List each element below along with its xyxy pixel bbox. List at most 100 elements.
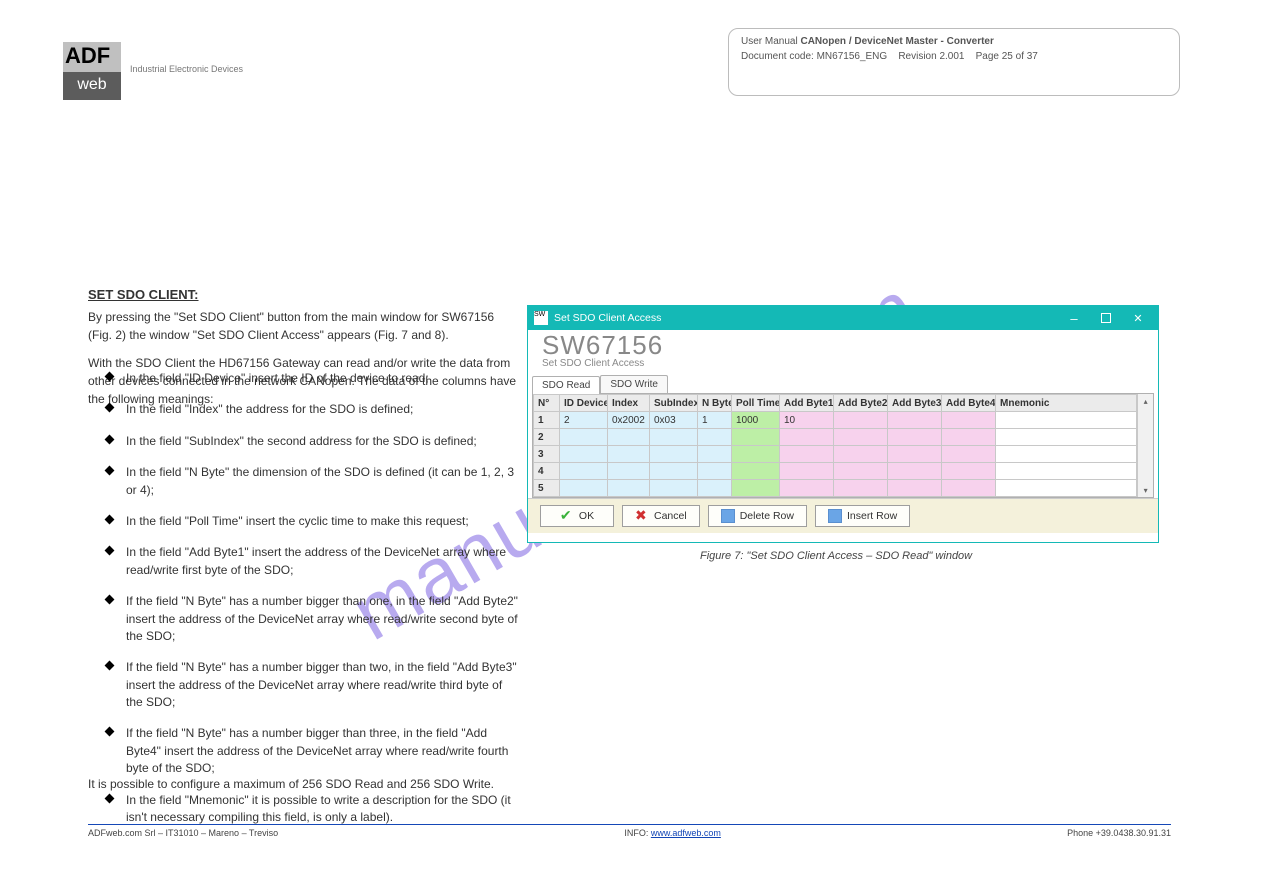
- table-cell[interactable]: [780, 446, 834, 463]
- table-cell[interactable]: [888, 463, 942, 480]
- table-cell[interactable]: [996, 429, 1137, 446]
- footer-link[interactable]: www.adfweb.com: [651, 828, 721, 838]
- footer-right: Phone +39.0438.30.91.31: [1067, 828, 1171, 838]
- table-cell[interactable]: [888, 446, 942, 463]
- tab-strip: SDO Read SDO Write: [528, 375, 1158, 393]
- bullet-list: In the field "ID Device" insert the ID o…: [88, 370, 518, 840]
- table-cell[interactable]: [732, 446, 780, 463]
- table-cell[interactable]: [888, 412, 942, 429]
- table-cell[interactable]: 2: [534, 429, 560, 446]
- table-cell[interactable]: [698, 446, 732, 463]
- table-cell[interactable]: [780, 429, 834, 446]
- table-cell[interactable]: [650, 446, 698, 463]
- scroll-down-icon[interactable]: ▾: [1138, 483, 1153, 497]
- table-cell[interactable]: 1: [698, 412, 732, 429]
- minimize-button[interactable]: [1058, 307, 1090, 329]
- scrollbar[interactable]: ▴ ▾: [1137, 394, 1153, 497]
- table-cell[interactable]: [560, 446, 608, 463]
- bullet-item: In the field "Add Byte1" insert the addr…: [88, 544, 518, 579]
- table-cell[interactable]: 2: [560, 412, 608, 429]
- table-cell[interactable]: 1: [534, 412, 560, 429]
- table-cell[interactable]: [650, 429, 698, 446]
- col-add-byte2: Add Byte2: [834, 395, 888, 412]
- table-cell[interactable]: [942, 463, 996, 480]
- table-cell[interactable]: [560, 480, 608, 497]
- table-cell[interactable]: [698, 463, 732, 480]
- footer-rule: [88, 824, 1171, 825]
- docinfo-rev: Revision 2.001: [898, 51, 964, 62]
- table-cell[interactable]: [608, 429, 650, 446]
- close-button[interactable]: [1122, 307, 1154, 329]
- table-row[interactable]: 3: [534, 446, 1137, 463]
- footer-left: ADFweb.com Srl – IT31010 – Mareno – Trev…: [88, 828, 278, 838]
- insert-row-button[interactable]: Insert Row: [815, 505, 910, 527]
- col-poll-time: Poll Time: [732, 395, 780, 412]
- table-cell[interactable]: [996, 412, 1137, 429]
- table-cell[interactable]: [942, 429, 996, 446]
- bullet-item: If the field "N Byte" has a number bigge…: [88, 725, 518, 777]
- table-cell[interactable]: [560, 429, 608, 446]
- scroll-up-icon[interactable]: ▴: [1138, 394, 1153, 408]
- dialog-titlebar[interactable]: SW Set SDO Client Access: [528, 306, 1158, 330]
- table-cell[interactable]: [650, 480, 698, 497]
- cancel-button[interactable]: ✖ Cancel: [622, 505, 700, 527]
- table-cell[interactable]: [732, 463, 780, 480]
- table-cell[interactable]: [560, 463, 608, 480]
- table-cell[interactable]: 0x03: [650, 412, 698, 429]
- table-cell[interactable]: 10: [780, 412, 834, 429]
- ok-button[interactable]: ✔ OK: [540, 505, 614, 527]
- table-cell[interactable]: [942, 412, 996, 429]
- col-n: N°: [534, 395, 560, 412]
- sdo-table[interactable]: N° ID Device Index SubIndex N Byte Poll …: [533, 394, 1137, 497]
- tab-sdo-write[interactable]: SDO Write: [600, 375, 668, 393]
- bullet-item: If the field "N Byte" has a number bigge…: [88, 593, 518, 645]
- table-row[interactable]: 2: [534, 429, 1137, 446]
- table-cell[interactable]: [608, 463, 650, 480]
- table-cell[interactable]: 1000: [732, 412, 780, 429]
- table-cell[interactable]: [732, 429, 780, 446]
- table-cell[interactable]: [834, 446, 888, 463]
- table-cell[interactable]: 3: [534, 446, 560, 463]
- footer-mid: INFO: www.adfweb.com: [278, 828, 1067, 838]
- cross-icon: ✖: [635, 509, 649, 523]
- table-cell[interactable]: [608, 446, 650, 463]
- button-bar: ✔ OK ✖ Cancel Delete Row Insert Row: [528, 498, 1158, 533]
- table-cell[interactable]: [888, 429, 942, 446]
- table-cell[interactable]: [608, 480, 650, 497]
- table-cell[interactable]: [780, 463, 834, 480]
- bullet-item: In the field "N Byte" the dimension of t…: [88, 464, 518, 499]
- table-row[interactable]: 120x20020x031100010: [534, 412, 1137, 429]
- table-cell[interactable]: [834, 412, 888, 429]
- table-cell[interactable]: 4: [534, 463, 560, 480]
- table-cell[interactable]: [942, 446, 996, 463]
- table-cell[interactable]: [996, 463, 1137, 480]
- table-cell[interactable]: [698, 480, 732, 497]
- table-row[interactable]: 4: [534, 463, 1137, 480]
- table-cell[interactable]: 0x2002: [608, 412, 650, 429]
- note-text: It is possible to configure a maximum of…: [88, 775, 788, 793]
- sdo-client-dialog: SW Set SDO Client Access SW67156 Set SDO…: [527, 305, 1159, 543]
- intro-p1: By pressing the "Set SDO Client" button …: [88, 308, 518, 344]
- table-cell[interactable]: [996, 480, 1137, 497]
- table-row[interactable]: 5: [534, 480, 1137, 497]
- logo-bot: web: [63, 72, 121, 100]
- table-cell[interactable]: [834, 429, 888, 446]
- table-cell[interactable]: [834, 480, 888, 497]
- tab-sdo-read[interactable]: SDO Read: [532, 376, 600, 394]
- table-cell[interactable]: [942, 480, 996, 497]
- table-cell[interactable]: [780, 480, 834, 497]
- table-cell[interactable]: [834, 463, 888, 480]
- table-cell[interactable]: [650, 463, 698, 480]
- table-cell[interactable]: [698, 429, 732, 446]
- table-cell[interactable]: [732, 480, 780, 497]
- delete-row-icon: [721, 509, 735, 523]
- doc-info-box: User Manual CANopen / DeviceNet Master -…: [728, 28, 1180, 96]
- delete-row-button[interactable]: Delete Row: [708, 505, 807, 527]
- table-cell[interactable]: 5: [534, 480, 560, 497]
- maximize-button[interactable]: [1090, 307, 1122, 329]
- table-cell[interactable]: [996, 446, 1137, 463]
- col-add-byte1: Add Byte1: [780, 395, 834, 412]
- col-subindex: SubIndex: [650, 395, 698, 412]
- table-cell[interactable]: [888, 480, 942, 497]
- docinfo-product: CANopen / DeviceNet Master - Converter: [800, 36, 993, 47]
